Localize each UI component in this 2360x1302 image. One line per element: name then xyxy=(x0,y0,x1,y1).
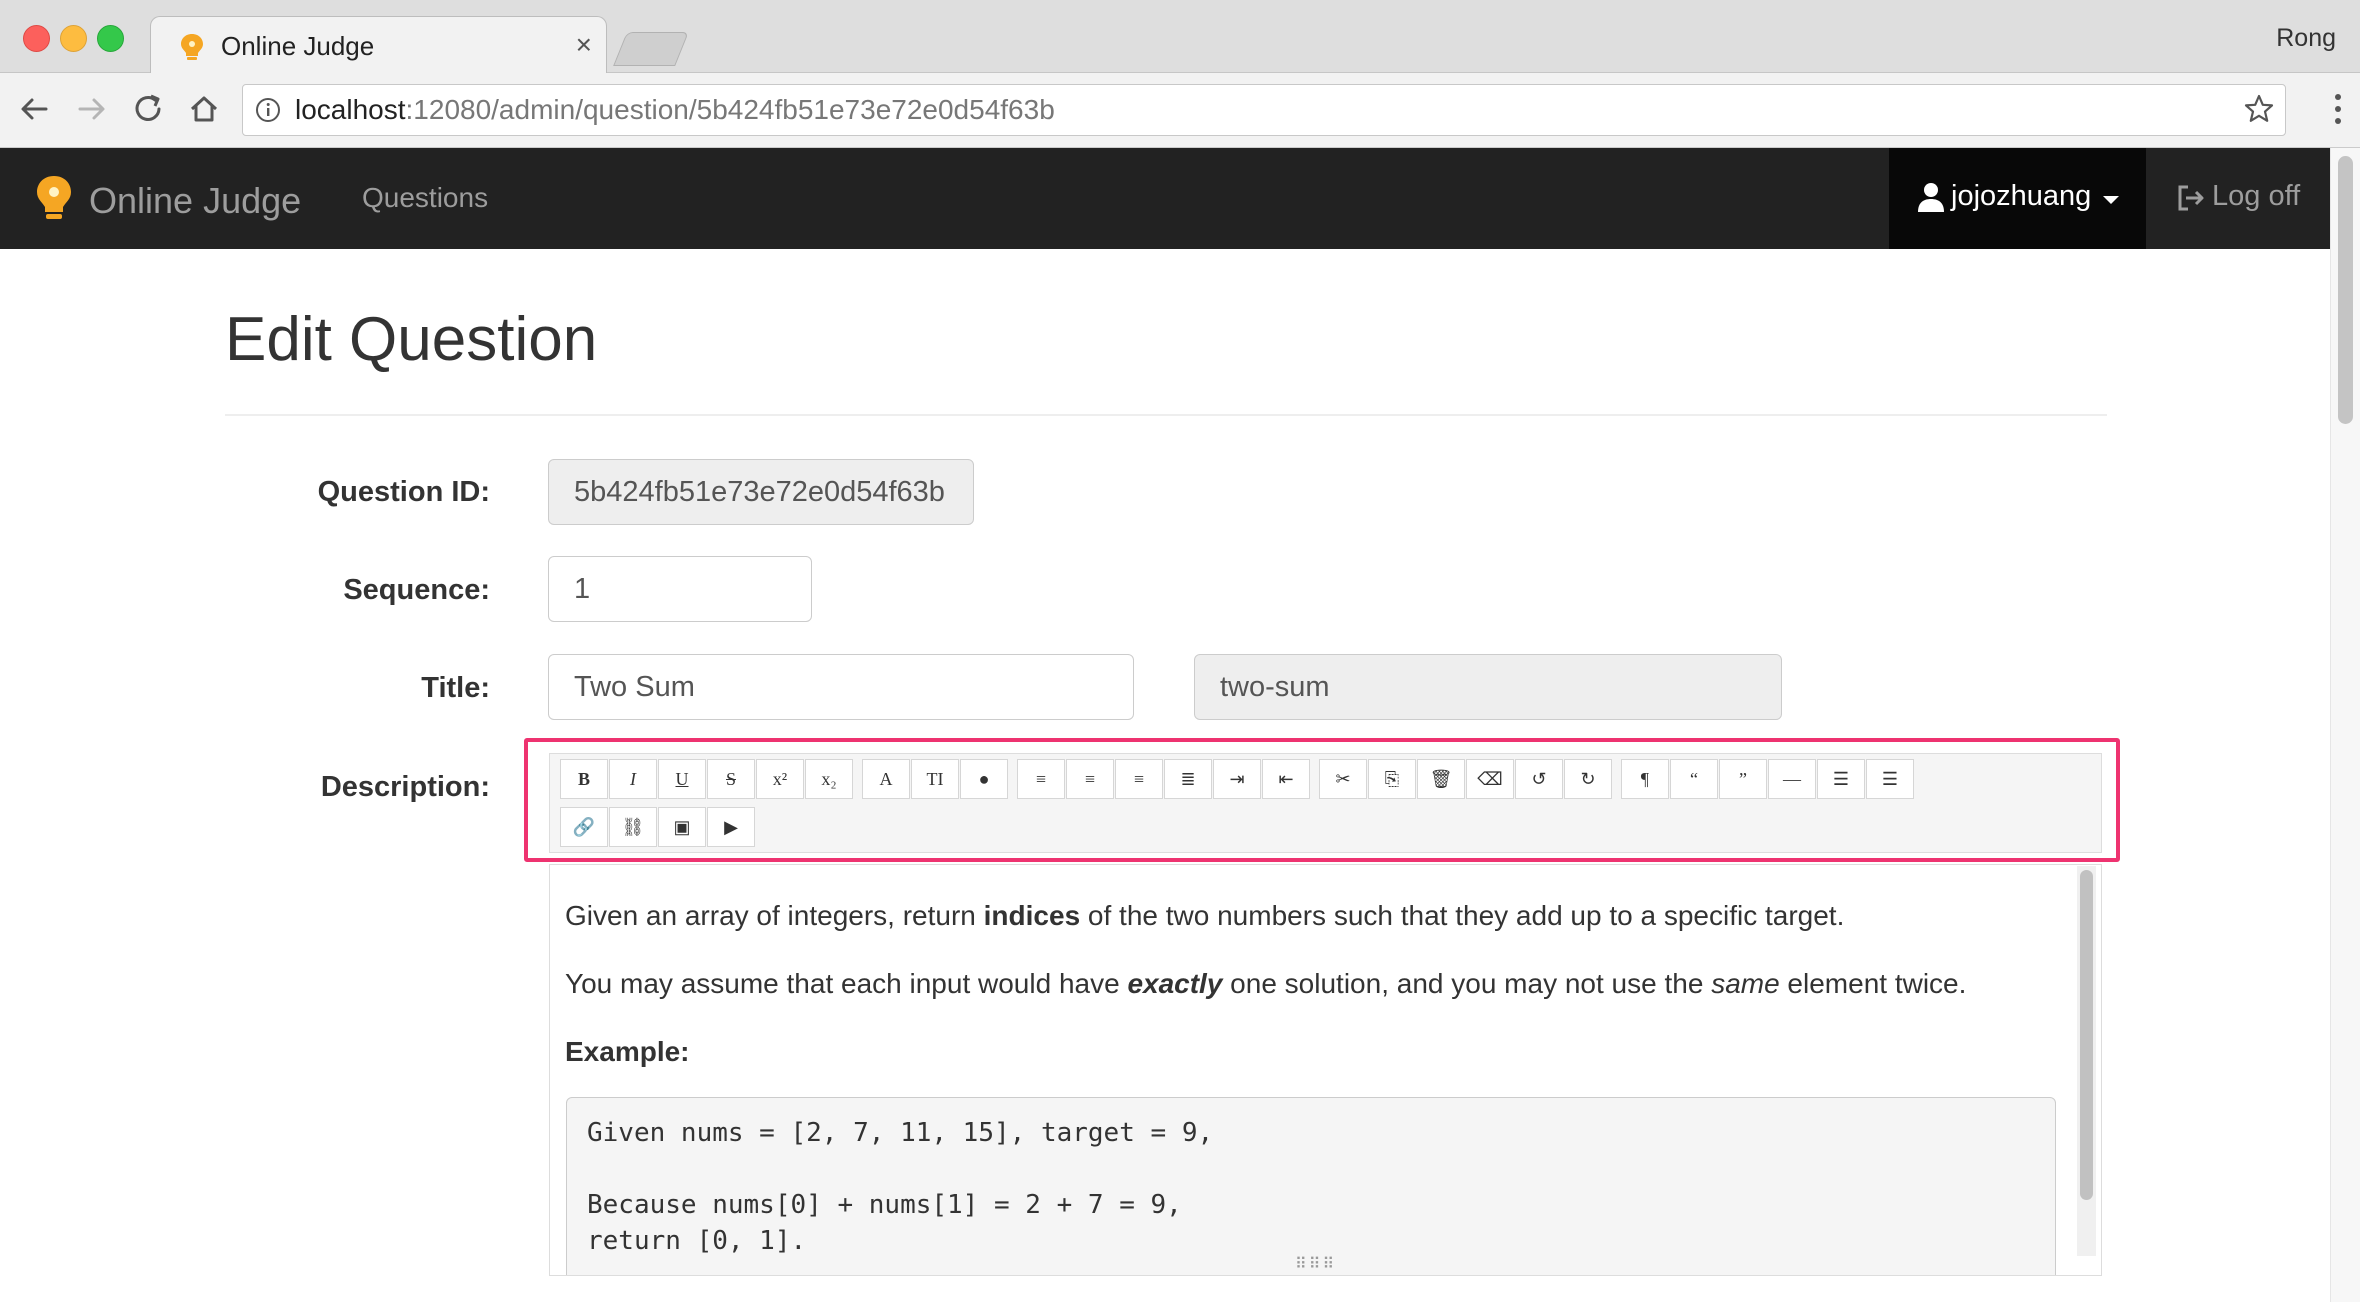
maximize-window-button[interactable] xyxy=(97,25,124,52)
profile-name[interactable]: Rong xyxy=(2276,24,2336,53)
user-icon xyxy=(1918,183,1944,212)
description-label: Description: xyxy=(320,771,490,803)
description-paragraph-1: Given an array of integers, return indic… xyxy=(565,900,1845,931)
bulb-favicon-icon xyxy=(181,34,203,60)
page-scrollbar[interactable] xyxy=(2330,148,2360,1302)
title-divider xyxy=(225,414,2107,416)
bookmark-star-icon[interactable] xyxy=(2243,93,2275,125)
example-code-block: Given nums = [2, 7, 11, 15], target = 9,… xyxy=(566,1097,2056,1275)
code-line: return [0, 1]. xyxy=(587,1226,807,1256)
slug-field[interactable] xyxy=(1194,654,1782,720)
toolbar-highlight-box xyxy=(524,738,2120,862)
question-id-label: Question ID: xyxy=(317,476,490,508)
url-text: localhost:12080/admin/question/5b424fb51… xyxy=(295,94,1055,125)
user-dropdown[interactable]: jojozhuang xyxy=(1889,148,2146,249)
editor-resize-handle[interactable]: ⠿⠿⠿ xyxy=(1295,1257,1355,1273)
browser-toolbar: localhost:12080/admin/question/5b424fb51… xyxy=(0,73,2360,148)
close-window-button[interactable] xyxy=(23,25,50,52)
editor-scrollbar[interactable] xyxy=(2077,866,2096,1256)
brand-name: Online Judge xyxy=(89,180,302,221)
code-line: Because nums[0] + nums[1] = 2 + 7 = 9, xyxy=(587,1190,1182,1220)
reload-icon[interactable] xyxy=(128,89,168,129)
page-scrollbar-thumb[interactable] xyxy=(2338,156,2353,424)
address-bar[interactable]: localhost:12080/admin/question/5b424fb51… xyxy=(242,84,2286,136)
app-navbar: Online Judge Questions jojozhuang Log of… xyxy=(0,148,2330,249)
browser-tab-strip: Online Judge × Rong xyxy=(0,0,2360,74)
page-title: Edit Question xyxy=(225,305,598,374)
example-heading: Example: xyxy=(565,1036,690,1067)
new-tab-button[interactable] xyxy=(613,32,689,66)
question-id-field[interactable] xyxy=(548,459,974,525)
sequence-label: Sequence: xyxy=(343,574,490,606)
forward-arrow-icon[interactable] xyxy=(72,89,112,129)
username-label: jojozhuang xyxy=(1951,180,2092,212)
bulb-logo-icon xyxy=(37,176,71,219)
caret-down-icon xyxy=(2103,196,2119,204)
home-icon[interactable] xyxy=(184,89,224,129)
title-label: Title: xyxy=(421,672,490,704)
info-icon[interactable] xyxy=(255,97,281,123)
minimize-window-button[interactable] xyxy=(60,25,87,52)
browser-tab[interactable]: Online Judge × xyxy=(150,16,607,74)
logout-icon xyxy=(2178,185,2204,211)
tab-title: Online Judge xyxy=(221,31,375,61)
description-editor[interactable]: Given an array of integers, return indic… xyxy=(549,864,2102,1276)
browser-menu-icon[interactable] xyxy=(2330,90,2346,128)
logoff-label: Log off xyxy=(2212,180,2301,212)
nav-questions-link[interactable]: Questions xyxy=(362,182,488,214)
editor-scrollbar-thumb[interactable] xyxy=(2080,870,2093,1200)
title-field[interactable] xyxy=(548,654,1134,720)
tab-close-icon[interactable]: × xyxy=(576,29,592,61)
sequence-field[interactable] xyxy=(548,556,812,622)
code-line: Given nums = [2, 7, 11, 15], target = 9, xyxy=(587,1118,1214,1148)
description-paragraph-2: You may assume that each input would hav… xyxy=(565,968,1967,999)
back-arrow-icon[interactable] xyxy=(14,89,54,129)
